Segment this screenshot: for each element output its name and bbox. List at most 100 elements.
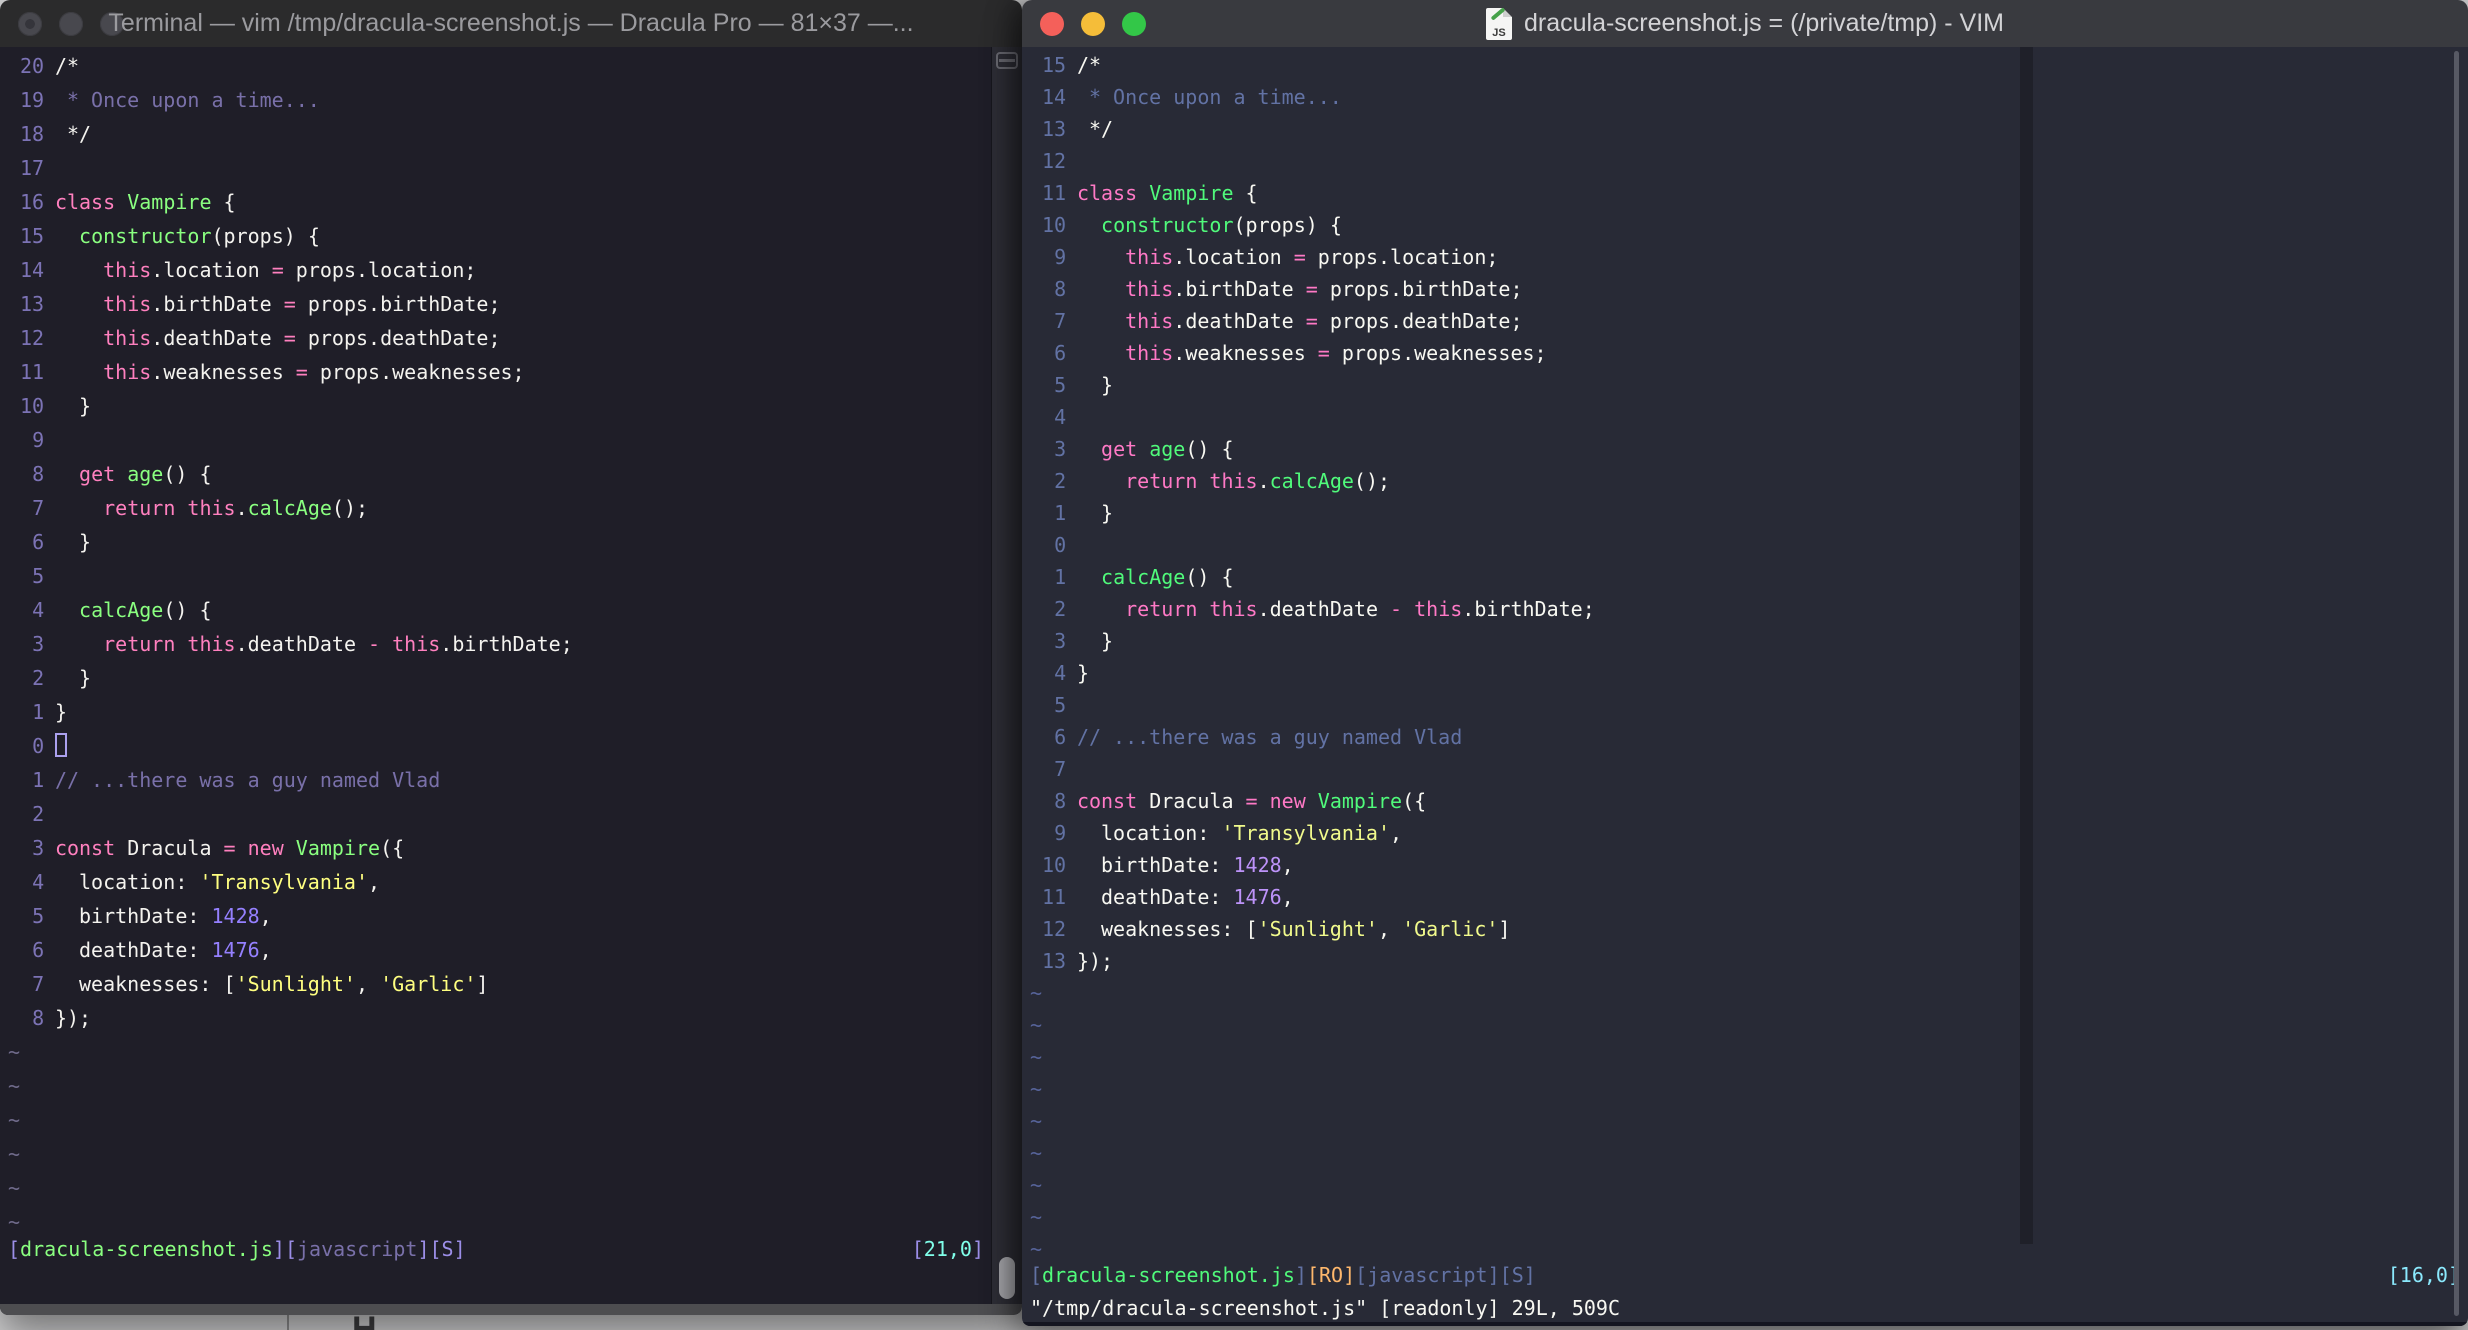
macvim-window: JS dracula-screenshot.js = (/private/tmp…	[1022, 0, 2468, 1326]
line-number: 10	[1042, 853, 1067, 877]
code-line: 5 birthDate: 1428,	[8, 899, 992, 933]
vim-command-line: "/tmp/dracula-screenshot.js" [readonly] …	[1030, 1296, 1621, 1320]
line-number: 10	[20, 394, 45, 418]
terminal-scrollbar[interactable]	[991, 47, 1022, 1305]
code-line: 5	[8, 559, 992, 593]
code-line: 3 return this.deathDate - this.birthDate…	[8, 627, 992, 661]
line-number: 9	[1054, 245, 1067, 269]
line-number: 13	[20, 292, 45, 316]
line-number: 5	[32, 904, 45, 928]
window-title: dracula-screenshot.js = (/private/tmp) -…	[1523, 9, 2005, 37]
scrollbar-thumb[interactable]	[999, 1257, 1015, 1299]
code-line: 3 get age() {	[1030, 433, 2468, 465]
line-number: 6	[32, 530, 45, 554]
code-line: 9 this.location = props.location;	[1030, 241, 2468, 273]
line-number: 9	[32, 428, 45, 452]
line-number: 3	[1054, 437, 1067, 461]
line-number: 5	[1054, 373, 1067, 397]
code-line: 2 return this.deathDate - this.birthDate…	[1030, 593, 2468, 625]
code-line: 8 const Dracula = new Vampire({	[1030, 785, 2468, 817]
line-number: 3	[32, 632, 45, 656]
tilde-row: ~	[8, 1142, 21, 1166]
code-area[interactable]: 15/* 14 * Once upon a time... 13 */12 11 cla…	[1030, 49, 2468, 1265]
terminal-window: Terminal — vim /tmp/dracula-screenshot.j…	[0, 0, 1022, 1315]
code-line: 0	[8, 729, 992, 763]
statusline-cursor-position: [16,0]	[2387, 1263, 2460, 1287]
code-line: 8});	[8, 1001, 992, 1035]
code-line: 15 constructor(props) {	[8, 219, 992, 253]
line-number: 7	[1054, 309, 1067, 333]
line-number: 2	[32, 666, 45, 690]
line-number: 7	[1054, 757, 1067, 781]
line-number: 17	[20, 156, 45, 180]
code-line: 13});	[1030, 945, 2468, 977]
vim-text-area[interactable]: 20/* 19 * Once upon a time... 18 */17 16 cla…	[0, 47, 992, 1315]
line-number: 4	[1054, 661, 1067, 685]
tilde-row: ~	[8, 1040, 21, 1064]
tilde-row: ~	[8, 1074, 21, 1098]
code-line: 11 this.weaknesses = props.weaknesses;	[8, 355, 992, 389]
line-number: 4	[32, 870, 45, 894]
line-number: 1	[32, 768, 45, 792]
code-area[interactable]: 20/* 19 * Once upon a time... 18 */17 16 cla…	[8, 49, 992, 1239]
code-line: 9	[8, 423, 992, 457]
background-window-divider	[287, 1313, 289, 1330]
line-number: 6	[1054, 725, 1067, 749]
line-number: 0	[32, 734, 45, 758]
code-line: 4}	[1030, 657, 2468, 689]
line-number: 14	[1042, 85, 1067, 109]
code-line: 4	[1030, 401, 2468, 433]
code-line: 10 constructor(props) {	[1030, 209, 2468, 241]
line-number: 1	[1054, 565, 1067, 589]
line-number: 13	[1042, 949, 1067, 973]
line-number: 20	[20, 54, 45, 78]
code-line: 2 }	[8, 661, 992, 695]
line-number: 2	[1054, 469, 1067, 493]
code-line: 6 }	[8, 525, 992, 559]
code-line: 18 */	[8, 117, 992, 151]
split-pane-icon[interactable]	[996, 52, 1018, 69]
line-number: 16	[20, 190, 45, 214]
code-line: 1 calcAge() {	[1030, 561, 2468, 593]
code-line: 5 }	[1030, 369, 2468, 401]
line-number: 12	[20, 326, 45, 350]
desktop-screen: H Terminal — vim /tmp/dracula-screenshot…	[0, 0, 2468, 1330]
tilde-row: ~	[1030, 1045, 1043, 1069]
code-line: 6 deathDate: 1476,	[8, 933, 992, 967]
code-line: 16 class Vampire {	[8, 185, 992, 219]
code-line: 14 * Once upon a time...	[1030, 81, 2468, 113]
terminal-titlebar[interactable]: Terminal — vim /tmp/dracula-screenshot.j…	[0, 0, 1022, 48]
line-number: 18	[20, 122, 45, 146]
tilde-row: ~	[1030, 1205, 1043, 1229]
line-number: 8	[32, 462, 45, 486]
line-number: 4	[1054, 405, 1067, 429]
line-number: 1	[32, 700, 45, 724]
code-line: 11 class Vampire {	[1030, 177, 2468, 209]
macvim-scrollbar[interactable]	[2454, 51, 2459, 1316]
line-number: 8	[32, 1006, 45, 1030]
code-line: 15/*	[1030, 49, 2468, 81]
code-line: 10 birthDate: 1428,	[1030, 849, 2468, 881]
statusline-file-info: [dracula-screenshot.js][javascript][S]	[8, 1237, 466, 1261]
code-line: 12	[1030, 145, 2468, 177]
line-number: 5	[32, 564, 45, 588]
code-line: 6// ...there was a guy named Vlad	[1030, 721, 2468, 753]
window-bottom-edge	[0, 1304, 1022, 1315]
vim-statusline: [dracula-screenshot.js][javascript][S] […	[8, 1232, 984, 1266]
vim-statusline: [dracula-screenshot.js][RO][javascript][…	[1030, 1258, 2460, 1292]
macvim-titlebar[interactable]: JS dracula-screenshot.js = (/private/tmp…	[1022, 0, 2468, 48]
line-number: 3	[32, 836, 45, 860]
code-line: 7	[1030, 753, 2468, 785]
tilde-row: ~	[8, 1176, 21, 1200]
code-line: 7 weaknesses: ['Sunlight', 'Garlic']	[8, 967, 992, 1001]
line-number: 2	[1054, 597, 1067, 621]
code-line: 12 this.deathDate = props.deathDate;	[8, 321, 992, 355]
tilde-row: ~	[1030, 1077, 1043, 1101]
tilde-row: ~	[1030, 1173, 1043, 1197]
code-line: 10 }	[8, 389, 992, 423]
vim-text-area[interactable]: 15/* 14 * Once upon a time... 13 */12 11 cla…	[1022, 47, 2468, 1326]
code-line: 4 calcAge() {	[8, 593, 992, 627]
line-number: 2	[32, 802, 45, 826]
document-proxy-icon[interactable]: JS	[1485, 7, 1512, 40]
line-number: 14	[20, 258, 45, 282]
